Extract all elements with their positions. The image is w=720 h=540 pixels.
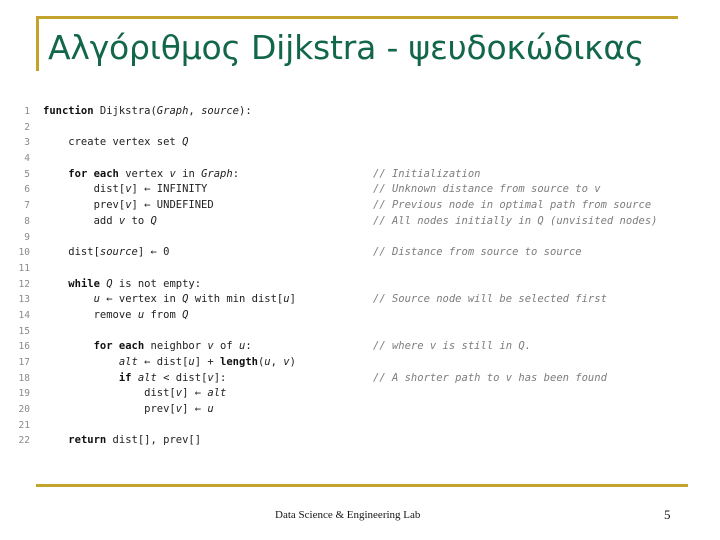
code-line: 22 return dist[], prev[] (0, 433, 720, 449)
code-line: 17 alt ← dist[u] + length(u, v) (0, 355, 720, 371)
code-line: 12 while Q is not empty: (0, 277, 720, 293)
code-line: 11 (0, 261, 720, 277)
code-text: dist[v] ← INFINITY (43, 183, 208, 196)
code-text: prev[v] ← UNDEFINED (43, 199, 214, 212)
code-line: 16 for each neighbor v of u: // where v i… (0, 339, 720, 355)
line-number: 11 (18, 262, 30, 274)
code-text: for each neighbor v of u: (93, 340, 252, 353)
code-text: add v to Q (43, 214, 157, 227)
code-line: 13 u ← vertex in Q with min dist[u] // So… (0, 292, 720, 308)
title-left-rule (36, 16, 39, 71)
code-text: function Dijkstra(Graph, source): (43, 105, 252, 117)
line-number: 21 (18, 419, 30, 431)
code-line: 1 function Dijkstra(Graph, source): (0, 104, 720, 120)
code-text: create vertex set Q (43, 136, 189, 149)
code-text: while Q is not empty: (68, 277, 202, 290)
code-text: return dist[], prev[] (68, 434, 202, 447)
line-number: 17 (18, 357, 30, 368)
code-line: 9 (0, 230, 720, 246)
line-number: 8 (24, 215, 30, 227)
line-number: 2 (24, 121, 30, 133)
footer-label: Data Science & Engineering Lab (275, 509, 421, 521)
code-line: 14 remove u from Q (0, 308, 720, 324)
code-line: 8 add v to Q // All nodes initially in Q … (0, 214, 720, 230)
line-number: 5 (24, 168, 30, 180)
footer-rule (36, 484, 688, 487)
code-text: if alt < dist[v]: (118, 371, 227, 384)
line-number: 19 (18, 388, 30, 400)
line-number: 1 (24, 106, 30, 117)
code-comment: // A shorter path to v has been found (373, 371, 607, 384)
code-comment: // where v is still in Q. (373, 340, 532, 353)
line-number: 15 (18, 325, 30, 337)
code-comment: // Initialization (373, 167, 481, 180)
line-number: 10 (18, 247, 30, 259)
code-line: 20 prev[v] ← u (0, 402, 720, 418)
title-top-rule (36, 16, 678, 19)
code-line: 15 (0, 324, 720, 340)
line-number: 9 (24, 231, 30, 243)
code-line: 5 for each vertex v in Graph: // Initiali… (0, 167, 720, 183)
code-text: dist[v] ← alt (43, 387, 227, 400)
code-text: for each vertex v in Graph: (68, 167, 240, 180)
page-title: Αλγόριθμος Dijkstra - ψευδοκώδικας (48, 28, 645, 67)
line-number: 14 (18, 309, 30, 321)
line-number: 16 (18, 341, 30, 353)
line-number: 22 (18, 435, 30, 447)
code-text: remove u from Q (43, 308, 189, 321)
code-line: 6 dist[v] ← INFINITY // Unknown distance … (0, 182, 720, 198)
code-line: 3 create vertex set Q (0, 135, 720, 151)
line-number: 3 (24, 137, 30, 149)
line-number: 13 (18, 294, 30, 306)
line-number: 18 (18, 372, 30, 384)
line-number: 4 (24, 153, 30, 165)
code-text: alt ← dist[u] + length(u, v) (118, 356, 296, 368)
line-number: 6 (24, 184, 30, 196)
line-number: 12 (18, 278, 30, 290)
code-line: 10 dist[source] ← 0 // Distance from sour… (0, 245, 720, 261)
code-comment: // Unknown distance from source to v (373, 183, 601, 196)
code-text: u ← vertex in Q with min dist[u] (93, 293, 296, 306)
slide-number: 5 (664, 507, 671, 522)
code-comment: // Source node will be selected first (373, 293, 607, 306)
code-line: 21 (0, 418, 720, 434)
code-line: 19 dist[v] ← alt (0, 386, 720, 402)
slide: Αλγόριθμος Dijkstra - ψευδοκώδικας 1 func… (0, 0, 720, 540)
line-number: 7 (24, 200, 30, 212)
code-line: 7 prev[v] ← UNDEFINED // Previous node in… (0, 198, 720, 214)
code-line: 4 (0, 151, 720, 167)
code-text: dist[source] ← 0 (43, 246, 170, 259)
line-number: 20 (18, 404, 30, 416)
code-comment: // All nodes initially in Q (unvisited n… (373, 214, 658, 227)
code-text: prev[v] ← u (43, 403, 214, 416)
code-line: 18 if alt < dist[v]: // A shorter path to… (0, 371, 720, 387)
code-comment: // Distance from source to source (373, 246, 582, 259)
code-line: 2 (0, 120, 720, 136)
code-comment: // Previous node in optimal path from so… (373, 199, 652, 212)
pseudocode-block: 1 function Dijkstra(Graph, source): 2 3 cre… (0, 104, 720, 474)
